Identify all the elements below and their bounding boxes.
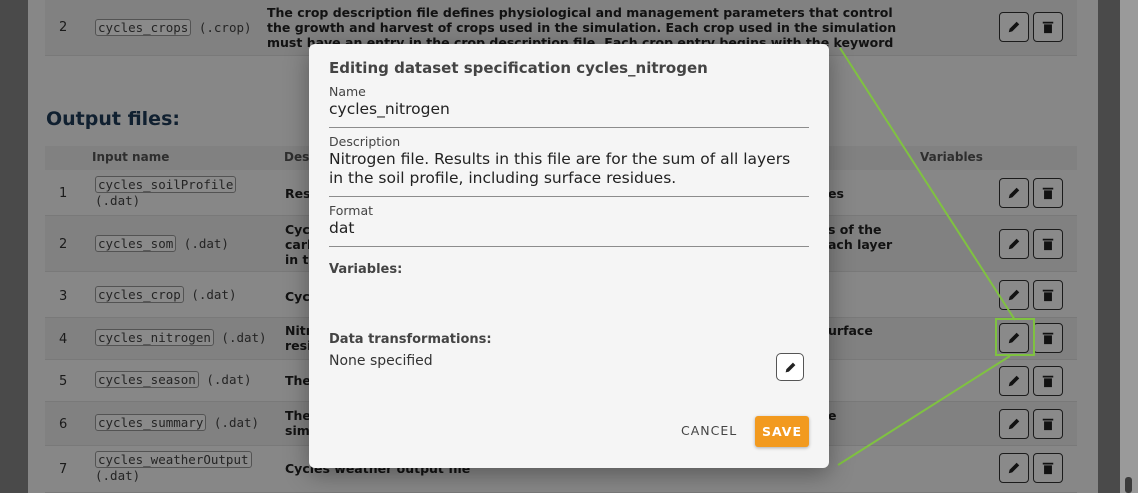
highlight-box — [995, 318, 1035, 356]
description-field[interactable]: Nitrogen file. Results in this file are … — [329, 150, 809, 188]
edit-transformations-button[interactable] — [776, 353, 804, 381]
scrollbar[interactable] — [1120, 0, 1138, 493]
description-field-underline — [329, 196, 809, 197]
name-field[interactable]: cycles_nitrogen — [329, 100, 809, 119]
name-label: Name — [329, 84, 366, 99]
dialog-title: Editing dataset specification cycles_nit… — [329, 59, 708, 77]
format-label: Format — [329, 203, 374, 218]
name-field-underline — [329, 127, 809, 128]
format-field[interactable]: dat — [329, 219, 809, 238]
variables-label: Variables: — [329, 262, 403, 277]
transformations-value: None specified — [329, 353, 433, 369]
scrollbar-thumb[interactable] — [1125, 477, 1132, 493]
format-field-underline — [329, 246, 809, 247]
transformations-label: Data transformations: — [329, 332, 492, 347]
edit-dataset-dialog: Editing dataset specification cycles_nit… — [309, 44, 829, 468]
description-label: Description — [329, 134, 401, 149]
save-button[interactable]: SAVE — [755, 416, 809, 447]
pencil-icon — [785, 362, 795, 372]
cancel-button[interactable]: CANCEL — [681, 423, 737, 438]
